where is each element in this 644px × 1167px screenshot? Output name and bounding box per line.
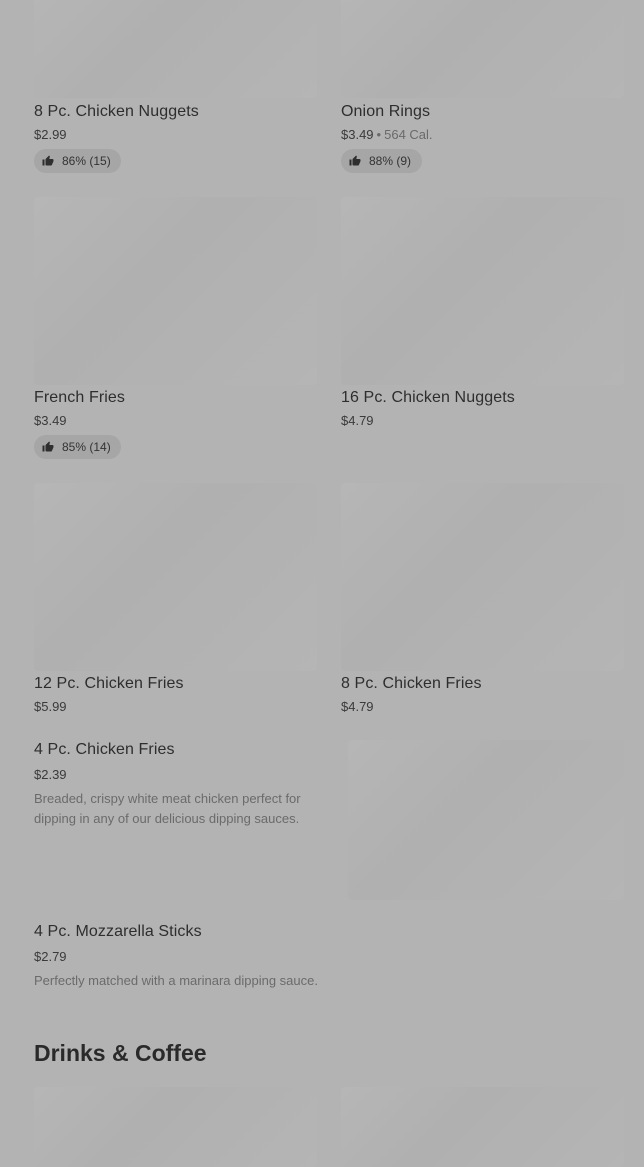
item-name[interactable]: 8 Pc. Chicken Fries	[341, 675, 482, 693]
item-calories: 564 Cal.	[384, 127, 433, 142]
item-name[interactable]: 16 Pc. Chicken Nuggets	[341, 389, 515, 407]
thumbs-up-icon	[349, 155, 361, 166]
item-image[interactable]	[341, 1087, 624, 1167]
section-title: Drinks & Coffee	[34, 1040, 207, 1066]
rating-text: 86% (15)	[62, 154, 111, 168]
item-name[interactable]: 4 Pc. Mozzarella Sticks	[34, 923, 202, 941]
item-name[interactable]: 12 Pc. Chicken Fries	[34, 675, 184, 693]
item-image[interactable]	[341, 483, 624, 671]
item-price: $2.39	[34, 767, 67, 782]
item-price: $5.99	[34, 699, 67, 714]
item-image[interactable]	[34, 197, 317, 385]
rating-badge: 85% (14)	[34, 435, 121, 459]
item-image[interactable]	[34, 1087, 317, 1167]
item-price: $4.79	[341, 413, 374, 428]
item-price: $2.79	[34, 949, 67, 964]
item-name[interactable]: French Fries	[34, 389, 125, 407]
item-price: $2.99	[34, 127, 67, 142]
item-price: $4.79	[341, 699, 374, 714]
thumbs-up-icon	[42, 155, 54, 166]
item-description: Perfectly matched with a marinara dippin…	[34, 973, 318, 988]
item-image[interactable]	[348, 740, 624, 900]
rating-badge: 88% (9)	[341, 149, 422, 173]
rating-badge: 86% (15)	[34, 149, 121, 173]
menu-page: 8 Pc. Chicken Nuggets $2.99 86% (15) Oni…	[0, 0, 644, 1167]
item-name[interactable]: 8 Pc. Chicken Nuggets	[34, 103, 199, 121]
thumbs-up-icon	[42, 441, 54, 452]
item-image[interactable]	[34, 483, 317, 671]
rating-text: 85% (14)	[62, 440, 111, 454]
item-price-value: $3.49	[341, 127, 374, 142]
item-name[interactable]: Onion Rings	[341, 103, 430, 121]
item-image[interactable]	[341, 197, 624, 385]
item-price: $3.49 • 564 Cal.	[341, 127, 433, 142]
item-name[interactable]: 4 Pc. Chicken Fries	[34, 741, 175, 759]
item-description: Breaded, crispy white meat chicken perfe…	[34, 791, 301, 826]
item-image[interactable]	[34, 0, 317, 98]
item-image[interactable]	[341, 0, 624, 98]
item-price: $3.49	[34, 413, 67, 428]
separator-dot: •	[376, 127, 382, 142]
rating-text: 88% (9)	[369, 154, 412, 168]
